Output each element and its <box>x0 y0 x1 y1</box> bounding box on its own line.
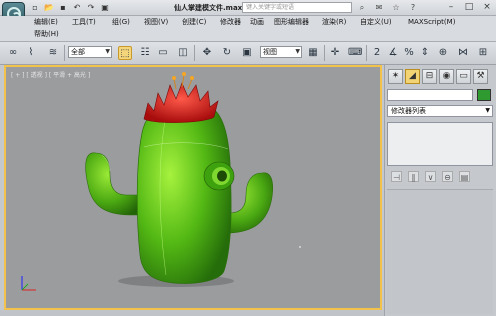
minimize-icon[interactable]: – <box>442 1 460 14</box>
title-tools: ⌕ ✉ ☆ ? <box>356 2 419 13</box>
command-panel-body <box>387 189 493 314</box>
rotate-icon[interactable]: ↻ <box>220 46 234 60</box>
spinner-snap-icon[interactable]: ⇕ <box>418 46 432 60</box>
remove-modifier-icon[interactable]: ⊖ <box>442 171 453 182</box>
modifier-list-dropdown[interactable]: 修改器列表 ▼ <box>387 105 493 117</box>
undo-icon[interactable]: ↶ <box>72 3 82 13</box>
chevron-down-icon: ▼ <box>295 48 300 55</box>
maximize-icon[interactable]: □ <box>460 1 478 14</box>
menu-animation[interactable]: 动画 <box>250 18 264 27</box>
window-title: 仙人掌建模文件.max <box>174 4 243 12</box>
move-icon[interactable]: ✥ <box>200 46 214 60</box>
keyboard-shortcut-icon[interactable]: ⌨ <box>348 46 362 60</box>
snap-toggle-icon[interactable]: 2 <box>370 46 384 60</box>
menu-edit[interactable]: 编辑(E) <box>34 18 58 27</box>
command-panel-tabs: ✶ ◢ ⊟ ◉ ▭ ⚒ <box>385 69 496 85</box>
make-unique-icon[interactable]: ∨ <box>425 171 436 182</box>
menu-customize[interactable]: 自定义(U) <box>360 18 392 27</box>
close-icon[interactable]: × <box>478 1 496 14</box>
unlink-icon[interactable]: ⌇ <box>24 46 38 60</box>
help-icon[interactable]: ? <box>407 2 419 13</box>
menu-rendering[interactable]: 渲染(R) <box>322 18 346 27</box>
bind-space-warp-icon[interactable]: ≋ <box>46 46 60 60</box>
pin-stack-icon[interactable]: ⊣ <box>391 171 402 182</box>
axis-tripod-icon <box>21 276 36 291</box>
new-file-icon[interactable]: ▫ <box>30 3 40 13</box>
scale-icon[interactable]: ▣ <box>240 46 254 60</box>
menu-help[interactable]: 帮助(H) <box>34 30 59 39</box>
save-file-icon[interactable]: ▪ <box>58 3 68 13</box>
angle-snap-icon[interactable]: ∡ <box>386 46 400 60</box>
menu-maxscript[interactable]: MAXScript(M) <box>408 18 455 27</box>
modifier-stack[interactable] <box>387 122 493 166</box>
manipulate-icon[interactable]: ✛ <box>328 46 342 60</box>
mirror-icon[interactable]: ⋈ <box>456 46 470 60</box>
cactus-flower <box>143 72 219 123</box>
command-panel: ✶ ◢ ⊟ ◉ ▭ ⚒ 修改器列表 ▼ ⊣ ∥ ∨ ⊖ ▤ <box>384 65 496 316</box>
align-icon[interactable]: ⊞ <box>476 46 490 60</box>
show-end-result-icon[interactable]: ∥ <box>408 171 419 182</box>
title-bar: ▫ 📂 ▪ ↶ ↷ ▣ 仙人掌建模文件.max 键入关键字或短语 ⌕ ✉ ☆ ?… <box>0 0 496 16</box>
named-selection-icon[interactable]: ⊕ <box>436 46 450 60</box>
cactus-model[interactable] <box>6 67 380 308</box>
select-object-icon[interactable]: ⬚ <box>118 46 132 60</box>
communication-icon[interactable]: ✉ <box>373 2 385 13</box>
menu-create[interactable]: 创建(C) <box>182 18 206 27</box>
favorites-icon[interactable]: ☆ <box>390 2 402 13</box>
pivot-center-icon[interactable]: ▦ <box>306 46 320 60</box>
main-toolbar: ∞ ⌇ ≋ 全部 ▼ ⬚ ☷ ▭ ◫ ✥ ↻ ▣ 视图 ▼ ▦ ✛ ⌨ 2 ∡ % … <box>0 42 496 65</box>
status-bar <box>0 310 384 316</box>
create-tab-icon[interactable]: ✶ <box>388 69 403 84</box>
stack-buttons: ⊣ ∥ ∨ ⊖ ▤ <box>391 171 491 185</box>
object-color-swatch[interactable] <box>477 89 491 101</box>
binoculars-icon[interactable]: ⌕ <box>356 2 368 13</box>
modify-tab-icon[interactable]: ◢ <box>405 69 420 84</box>
menu-views[interactable]: 视图(V) <box>144 18 168 27</box>
hierarchy-tab-icon[interactable]: ⊟ <box>422 69 437 84</box>
chevron-down-icon: ▼ <box>485 107 490 114</box>
display-tab-icon[interactable]: ▭ <box>456 69 471 84</box>
utilities-tab-icon[interactable]: ⚒ <box>473 69 488 84</box>
motion-tab-icon[interactable]: ◉ <box>439 69 454 84</box>
select-by-name-icon[interactable]: ☷ <box>138 46 152 60</box>
chevron-down-icon: ▼ <box>105 48 110 55</box>
app-window: ▫ 📂 ▪ ↶ ↷ ▣ 仙人掌建模文件.max 键入关键字或短语 ⌕ ✉ ☆ ?… <box>0 0 496 316</box>
percent-snap-icon[interactable]: % <box>402 46 416 60</box>
perspective-viewport[interactable]: [ + ] [ 透视 ] [ 平滑 + 高光 ] <box>4 65 382 310</box>
rectangular-selection-icon[interactable]: ▭ <box>156 46 170 60</box>
project-folder-icon[interactable]: ▣ <box>100 3 110 13</box>
cactus-body <box>136 101 232 284</box>
select-and-link-icon[interactable]: ∞ <box>6 46 20 60</box>
search-input[interactable]: 键入关键字或短语 <box>242 2 352 13</box>
menu-graph-editors[interactable]: 图形编辑器 <box>274 18 309 27</box>
redo-icon[interactable]: ↷ <box>86 3 96 13</box>
menu-modifiers[interactable]: 修改器 <box>220 18 241 27</box>
cactus-left-arm <box>85 152 143 216</box>
menu-group[interactable]: 组(G) <box>112 18 130 27</box>
menu-bar: 编辑(E) 工具(T) 组(G) 视图(V) 创建(C) 修改器 动画 图形编辑… <box>0 16 496 42</box>
object-name-field[interactable] <box>387 89 473 101</box>
open-file-icon[interactable]: 📂 <box>44 3 54 13</box>
reference-coordinate-dropdown[interactable]: 视图 ▼ <box>260 46 302 58</box>
window-crossing-icon[interactable]: ◫ <box>176 46 190 60</box>
selection-filter-dropdown[interactable]: 全部 ▼ <box>68 46 112 58</box>
menu-tools[interactable]: 工具(T) <box>72 18 96 27</box>
configure-sets-icon[interactable]: ▤ <box>459 171 470 182</box>
